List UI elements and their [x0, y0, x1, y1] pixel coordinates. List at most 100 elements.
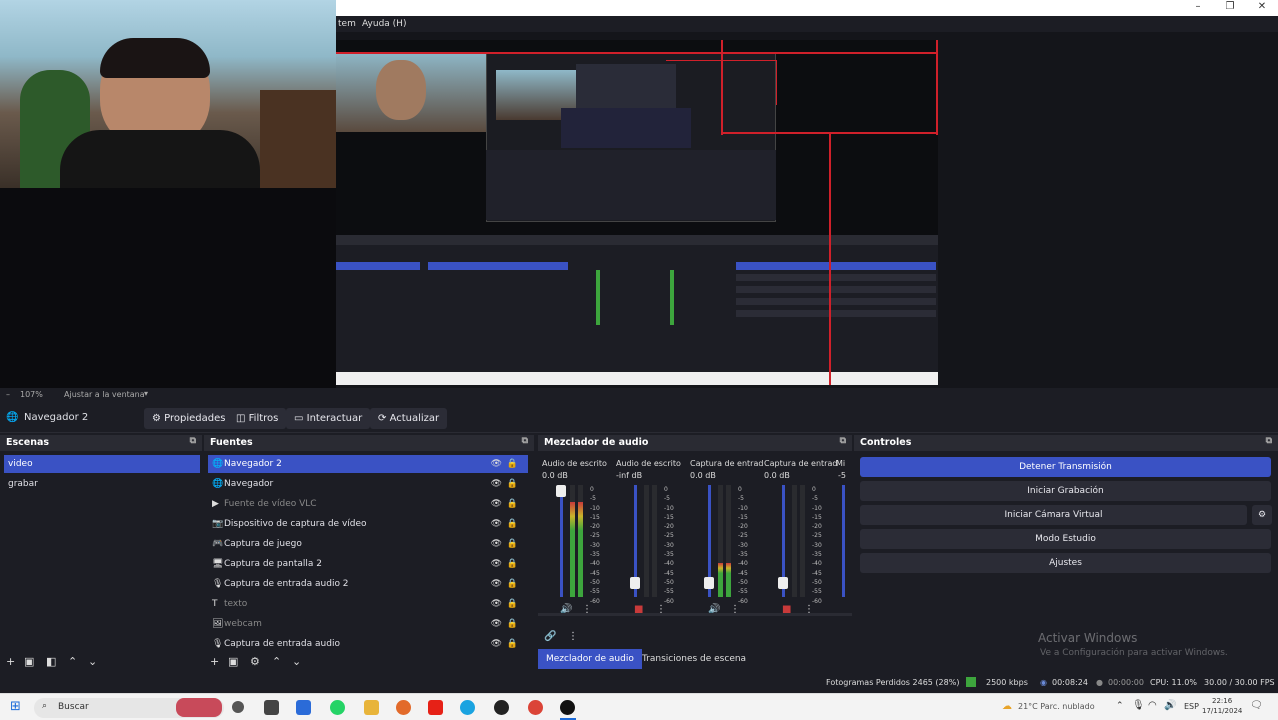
visibility-eye-icon[interactable]: 👁	[491, 555, 502, 573]
chrome-icon[interactable]	[528, 700, 543, 715]
stop-streaming-button[interactable]: Detener Transmisión	[860, 457, 1271, 477]
filters-button[interactable]: ◫ Filtros	[228, 408, 287, 429]
link-icon[interactable]: 🔗	[544, 631, 556, 642]
popout-icon[interactable]: ⧉	[840, 436, 846, 446]
menu-item-help[interactable]: Ayuda (H)	[362, 19, 406, 29]
meter-tick: -45	[738, 569, 748, 577]
visibility-eye-icon[interactable]: 👁	[491, 635, 502, 653]
volume-fader[interactable]	[560, 485, 563, 597]
chevron-up-icon[interactable]: ⌃	[1116, 701, 1124, 711]
volume-fader[interactable]	[842, 485, 845, 597]
visibility-eye-icon[interactable]: 👁	[491, 455, 502, 473]
source-item[interactable]: 🌐Navegador 👁 🔒	[208, 475, 528, 493]
windows-start-icon[interactable]: ⊞	[10, 699, 21, 714]
gear-icon[interactable]: ⚙	[250, 655, 260, 668]
meter-tick: -50	[812, 578, 822, 586]
language-indicator[interactable]: ESP	[1184, 702, 1199, 711]
move-down-icon[interactable]: ⌄	[292, 655, 301, 668]
source-item[interactable]: 🎮Captura de juego 👁 🔒	[208, 535, 528, 553]
obs-icon[interactable]	[494, 700, 509, 715]
settings-button[interactable]: Ajustes	[860, 553, 1271, 573]
interact-button[interactable]: ▭ Interactuar	[286, 408, 371, 429]
notifications-icon[interactable]: 🗨	[1250, 700, 1263, 711]
lock-icon[interactable]: 🔒	[507, 495, 518, 513]
move-up-icon[interactable]: ⌃	[272, 655, 281, 668]
fader-knob[interactable]	[556, 485, 566, 497]
visibility-eye-icon[interactable]: 👁	[491, 595, 502, 613]
lock-icon[interactable]: 🔒	[507, 615, 518, 633]
lock-icon[interactable]: 🔒	[507, 535, 518, 553]
source-item[interactable]: 🖥Captura de pantalla 2 👁 🔒	[208, 555, 528, 573]
remove-icon[interactable]: ▣	[24, 655, 34, 668]
edge-icon[interactable]	[460, 700, 475, 715]
lock-icon[interactable]: 🔒	[507, 515, 518, 533]
source-item[interactable]: 🎙Captura de entrada audio 👁 🔒	[208, 635, 528, 653]
microphone-icon[interactable]: 🎙	[1132, 700, 1145, 711]
source-item[interactable]: Ttexto 👁 🔒	[208, 595, 528, 613]
source-item[interactable]: 📷Dispositivo de captura de vídeo 👁 🔒	[208, 515, 528, 533]
popout-icon[interactable]: ⧉	[1266, 436, 1272, 446]
lock-icon[interactable]: 🔒	[507, 455, 518, 473]
mixer-scrollbar[interactable]	[538, 613, 852, 616]
source-item[interactable]: 🖼webcam 👁 🔒	[208, 615, 528, 633]
fader-knob[interactable]	[704, 577, 714, 589]
more-icon[interactable]: ⋮	[568, 631, 578, 642]
fader-knob[interactable]	[630, 577, 640, 589]
close-icon[interactable]: ✕	[1252, 1, 1272, 12]
source-item[interactable]: ▶ Fuente de vídeo VLC 👁 🔒	[208, 495, 528, 513]
file-explorer-icon[interactable]	[364, 700, 379, 715]
minimize-icon[interactable]: –	[1188, 1, 1208, 12]
visibility-eye-icon[interactable]: 👁	[491, 475, 502, 493]
chevron-down-icon[interactable]: ▾	[144, 389, 148, 398]
popout-icon[interactable]: ⧉	[190, 436, 196, 446]
studio-mode-button[interactable]: Modo Estudio	[860, 529, 1271, 549]
zoom-out-icon[interactable]: –	[6, 390, 10, 399]
wifi-icon[interactable]: ◠	[1148, 700, 1157, 711]
tab-audio-mixer[interactable]: Mezclador de audio	[538, 649, 642, 669]
clock-date[interactable]: 17/11/2024	[1202, 707, 1242, 715]
lock-icon[interactable]: 🔒	[507, 635, 518, 653]
add-icon[interactable]: +	[6, 655, 15, 668]
obs-active-icon[interactable]	[560, 700, 575, 715]
channel-db: 0.0 dB	[542, 471, 568, 480]
lock-icon[interactable]: 🔒	[507, 595, 518, 613]
task-view-icon[interactable]	[232, 701, 244, 713]
start-recording-button[interactable]: Iniciar Grabación	[860, 481, 1271, 501]
virtual-camera-settings-button[interactable]: ⚙	[1252, 505, 1272, 525]
refresh-button[interactable]: ⟳ Actualizar	[370, 408, 448, 429]
start-virtual-camera-button[interactable]: Iniciar Cámara Virtual	[860, 505, 1247, 525]
widgets-icon[interactable]	[264, 700, 279, 715]
add-icon[interactable]: +	[210, 655, 219, 668]
visibility-eye-icon[interactable]: 👁	[491, 535, 502, 553]
browser-icon: 🌐	[212, 459, 224, 469]
fader-knob[interactable]	[778, 577, 788, 589]
fit-to-window[interactable]: Ajustar a la ventana	[64, 390, 145, 399]
maximize-icon[interactable]: ❐	[1220, 1, 1240, 12]
move-up-icon[interactable]: ⌃	[68, 655, 77, 668]
visibility-eye-icon[interactable]: 👁	[491, 495, 502, 513]
scene-item[interactable]: grabar	[4, 475, 200, 493]
visibility-eye-icon[interactable]: 👁	[491, 515, 502, 533]
remove-icon[interactable]: ▣	[228, 655, 238, 668]
mail-icon[interactable]	[296, 700, 311, 715]
lock-icon[interactable]: 🔒	[507, 555, 518, 573]
menu-item-tools[interactable]: tem	[338, 19, 356, 29]
visibility-eye-icon[interactable]: 👁	[491, 575, 502, 593]
visibility-eye-icon[interactable]: 👁	[491, 615, 502, 633]
scene-item[interactable]: video	[4, 455, 200, 473]
move-down-icon[interactable]: ⌄	[88, 655, 97, 668]
scene-filter-icon[interactable]: ◧	[46, 655, 56, 668]
meter-tick: -15	[738, 513, 748, 521]
volume-icon[interactable]: 🔊	[1164, 700, 1176, 711]
clock-time[interactable]: 22:16	[1212, 697, 1232, 705]
lock-icon[interactable]: 🔒	[507, 575, 518, 593]
youtube-icon[interactable]	[428, 700, 443, 715]
tab-scene-transitions[interactable]: Transiciones de escena	[634, 649, 754, 669]
source-item[interactable]: 🌐Navegador 2 👁 🔒	[208, 455, 528, 473]
whatsapp-icon[interactable]	[330, 700, 345, 715]
properties-button[interactable]: ⚙ Propiedades	[144, 408, 234, 429]
source-item[interactable]: 🎙Captura de entrada audio 2 👁 🔒	[208, 575, 528, 593]
lock-icon[interactable]: 🔒	[507, 475, 518, 493]
firefox-icon[interactable]	[396, 700, 411, 715]
popout-icon[interactable]: ⧉	[522, 436, 528, 446]
